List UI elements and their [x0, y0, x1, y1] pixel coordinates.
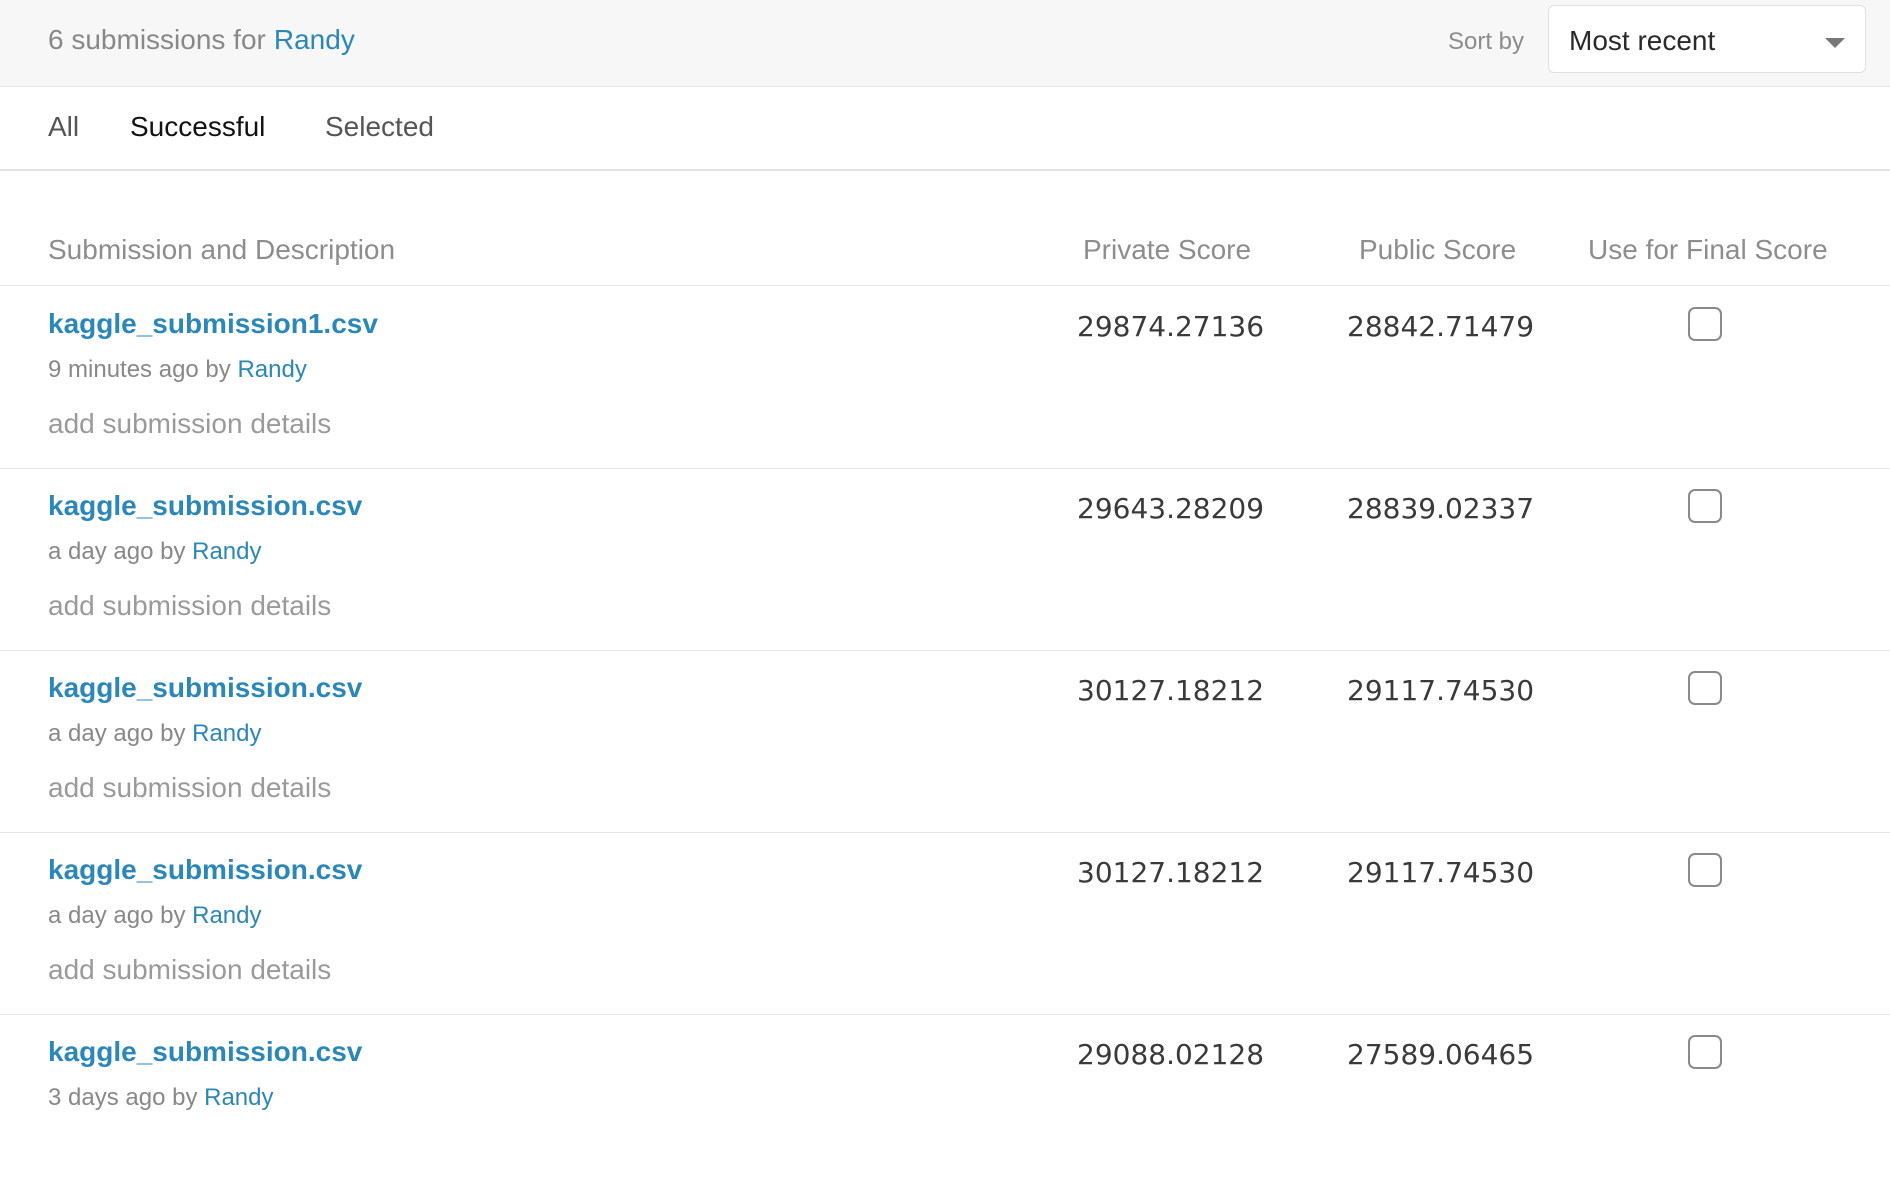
- filter-tabs: All Successful Selected: [0, 87, 1890, 171]
- submission-time: 9 minutes ago by: [48, 356, 231, 383]
- submitter-link[interactable]: Randy: [192, 720, 261, 747]
- public-score: 28839.02337: [1347, 492, 1535, 525]
- submission-time: 3 days ago by: [48, 1084, 198, 1111]
- column-header-submission: Submission and Description: [48, 234, 396, 265]
- add-details-link[interactable]: add submission details: [48, 408, 331, 440]
- public-score: 29117.74530: [1347, 856, 1535, 889]
- tab-successful[interactable]: Successful: [130, 111, 265, 143]
- column-header-public-score: Public Score: [1359, 234, 1517, 265]
- submitter-link[interactable]: Randy: [237, 356, 306, 383]
- submission-file-link[interactable]: kaggle_submission.csv: [48, 1036, 362, 1068]
- submission-count-text: 6 submissions for: [48, 24, 266, 55]
- submission-time: a day ago by: [48, 538, 186, 565]
- table-row: kaggle_submission.csv a day ago by Randy…: [0, 832, 1890, 1015]
- submission-count: 6 submissions for Randy: [48, 24, 355, 56]
- submitter-link[interactable]: Randy: [192, 902, 261, 929]
- chevron-down-icon: [1825, 38, 1845, 48]
- submission-file-link[interactable]: kaggle_submission.csv: [48, 854, 362, 886]
- submission-meta: 3 days ago by Randy: [48, 1084, 273, 1112]
- private-score: 29088.02128: [1077, 1038, 1265, 1071]
- sort-label: Sort by: [1448, 28, 1525, 55]
- add-details-link[interactable]: add submission details: [48, 954, 331, 986]
- submitter-link[interactable]: Randy: [204, 1084, 273, 1111]
- column-header-private-score: Private Score: [1083, 234, 1252, 265]
- submission-file-link[interactable]: kaggle_submission1.csv: [48, 308, 378, 340]
- sort-select-value: Most recent: [1569, 25, 1716, 56]
- private-score: 30127.18212: [1077, 856, 1265, 889]
- sort-select[interactable]: Most recent: [1548, 5, 1866, 73]
- public-score: 27589.06465: [1347, 1038, 1535, 1071]
- submission-meta: a day ago by Randy: [48, 720, 261, 748]
- add-details-link[interactable]: add submission details: [48, 590, 331, 622]
- tab-all[interactable]: All: [48, 111, 79, 143]
- table-header: Submission and Description Private Score…: [0, 220, 1890, 286]
- add-details-link[interactable]: add submission details: [48, 772, 331, 804]
- submission-file-link[interactable]: kaggle_submission.csv: [48, 490, 362, 522]
- submission-time: a day ago by: [48, 720, 186, 747]
- column-header-final-score: Use for Final Score: [1588, 234, 1828, 265]
- submissions-header: 6 submissions for Randy Sort by Most rece…: [0, 0, 1890, 87]
- submission-file-link[interactable]: kaggle_submission.csv: [48, 672, 362, 704]
- final-score-checkbox[interactable]: [1688, 853, 1722, 887]
- table-row: kaggle_submission.csv 3 days ago by Rand…: [0, 1014, 1890, 1196]
- submission-meta: 9 minutes ago by Randy: [48, 356, 307, 384]
- final-score-checkbox[interactable]: [1688, 489, 1722, 523]
- public-score: 28842.71479: [1347, 310, 1535, 343]
- submitter-link[interactable]: Randy: [192, 538, 261, 565]
- table-row: kaggle_submission.csv a day ago by Randy…: [0, 650, 1890, 833]
- table-row: kaggle_submission.csv a day ago by Randy…: [0, 468, 1890, 651]
- tab-selected[interactable]: Selected: [325, 111, 434, 143]
- private-score: 29643.28209: [1077, 492, 1265, 525]
- final-score-checkbox[interactable]: [1688, 671, 1722, 705]
- submission-meta: a day ago by Randy: [48, 902, 261, 930]
- table-row: kaggle_submission1.csv 9 minutes ago by …: [0, 286, 1890, 469]
- private-score: 29874.27136: [1077, 310, 1265, 343]
- owner-link[interactable]: Randy: [274, 24, 355, 55]
- submission-time: a day ago by: [48, 902, 186, 929]
- private-score: 30127.18212: [1077, 674, 1265, 707]
- final-score-checkbox[interactable]: [1688, 307, 1722, 341]
- final-score-checkbox[interactable]: [1688, 1035, 1722, 1069]
- public-score: 29117.74530: [1347, 674, 1535, 707]
- submission-meta: a day ago by Randy: [48, 538, 261, 566]
